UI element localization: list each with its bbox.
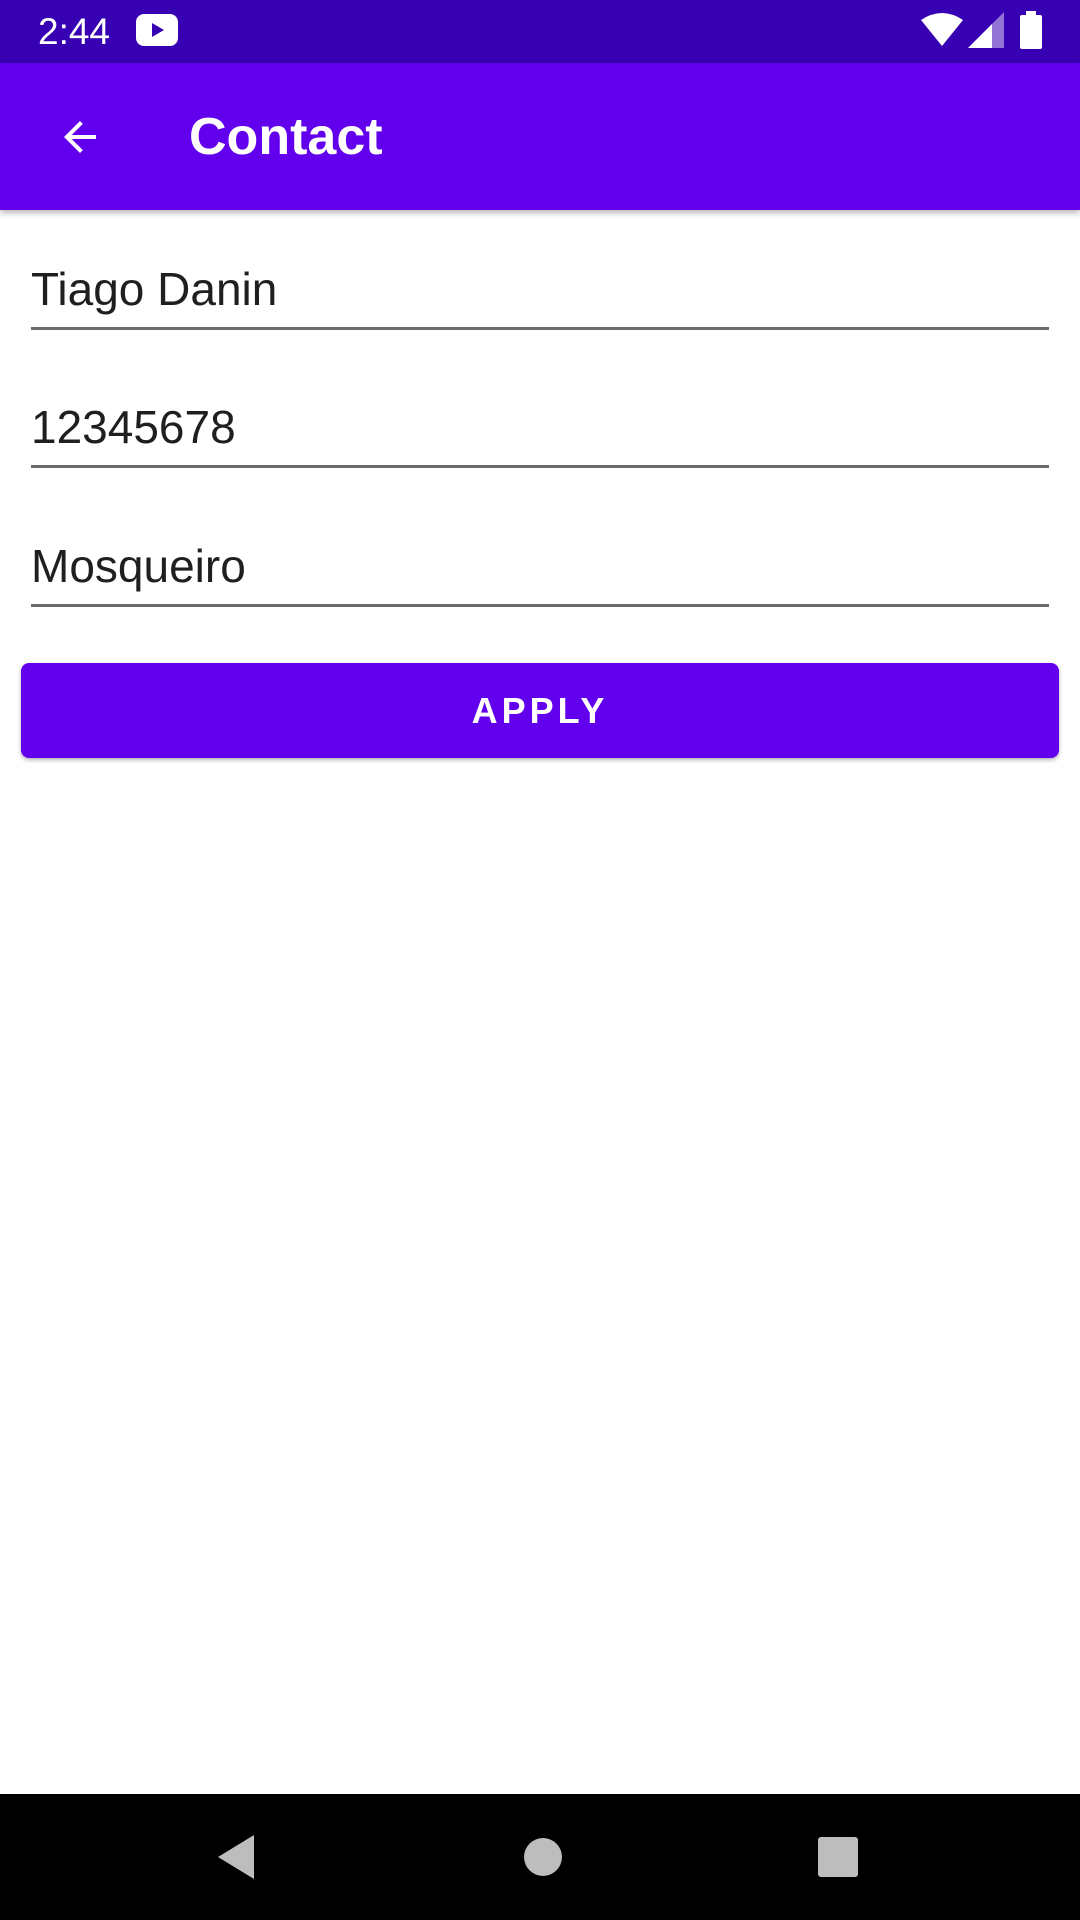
status-time: 2:44 — [38, 11, 111, 52]
page-title: Contact — [189, 108, 383, 166]
name-field-container — [31, 250, 1049, 330]
navigation-bar — [0, 1794, 1080, 1920]
home-circle-icon[interactable] — [515, 1829, 571, 1885]
address-field[interactable] — [31, 538, 1049, 594]
phone-field-container — [31, 388, 1049, 468]
app-bar: Contact — [0, 63, 1080, 210]
back-triangle-icon[interactable] — [210, 1829, 266, 1885]
phone-field[interactable] — [31, 399, 1049, 455]
signal-icon — [968, 12, 1004, 48]
arrow-back-icon — [64, 121, 96, 153]
apply-button[interactable]: APPLY — [21, 663, 1059, 758]
back-button[interactable] — [36, 93, 124, 181]
recents-square-icon[interactable] — [810, 1829, 866, 1885]
name-field[interactable] — [31, 261, 1049, 317]
youtube-icon — [136, 14, 178, 46]
contact-screen: 2:44 Contact APPLY — [0, 0, 1080, 1920]
wifi-icon — [921, 13, 963, 46]
address-field-container — [31, 527, 1049, 607]
status-bar: 2:44 — [0, 0, 1080, 63]
battery-icon — [1020, 11, 1042, 49]
